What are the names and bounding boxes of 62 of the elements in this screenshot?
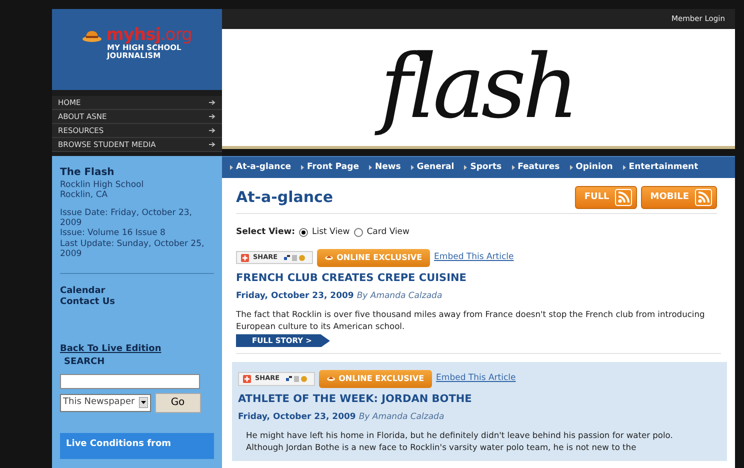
nav-link[interactable]: Sports (464, 161, 502, 174)
rss-icon (695, 188, 712, 206)
sidebar-link[interactable]: Calendar (60, 286, 214, 298)
issue-info: Issue Date: Friday, October 23, 2009 (60, 208, 193, 228)
article-summary: The fact that Rocklin is over five thousand miles away from France doesn't stop the French club from introducing European culture to its American school. (236, 309, 706, 332)
triangle-icon (464, 164, 468, 170)
arrow-icon (209, 114, 216, 119)
online-exclusive-badge: ONLINE EXCLUSIVE (318, 370, 432, 388)
view-label: Select View: (236, 226, 295, 238)
radio-button[interactable] (354, 228, 363, 237)
issue-info: Last Update: Sunday, October 25, 2009 (60, 238, 206, 259)
plus-icon (241, 254, 249, 262)
triangle-icon (230, 164, 233, 170)
nav-link[interactable]: General (410, 161, 454, 174)
bookmark-icons (284, 374, 310, 383)
plus-icon (243, 374, 251, 383)
triangle-icon (410, 164, 414, 170)
scope-dropdown[interactable]: This Newspaper (60, 394, 151, 412)
school-name: Rocklin High School (60, 180, 145, 190)
rss-icon (615, 188, 632, 206)
nav-link[interactable]: Opinion (570, 161, 613, 174)
triangle-icon (369, 164, 372, 170)
hat-icon (324, 255, 333, 260)
article-byline: Friday, October 23, 2009 By Amanda Calzada (236, 290, 444, 303)
dropdown-arrow-icon (138, 397, 148, 408)
sidebar-link[interactable]: Contact Us (60, 297, 214, 308)
search-label: SEARCH (64, 356, 106, 369)
embed-link[interactable]: Embed This Article (434, 251, 514, 264)
view-option[interactable]: List View (299, 226, 350, 238)
view-option[interactable]: Card View (354, 226, 410, 238)
hat-icon (326, 376, 335, 382)
go-button[interactable]: Go (154, 392, 201, 412)
newspaper-title: The Flash (60, 166, 116, 180)
embed-link[interactable]: Embed This Article (436, 372, 516, 386)
nav-link[interactable]: Features (512, 161, 560, 174)
online-exclusive-badge: ONLINE EXCLUSIVE (316, 248, 430, 266)
radio-button[interactable] (299, 228, 308, 237)
article-summary: Although Jordan Bothe is a new face to Rocklin's varsity water polo team, he is not new to the (246, 442, 638, 454)
article-headline[interactable]: FRENCH CLUB CREATES CREPE CUISINE (236, 270, 721, 286)
arrow-icon (209, 100, 216, 105)
page-title: At-a-glance (236, 187, 334, 208)
nav-link[interactable]: At-a-glance (230, 161, 292, 174)
nav-link[interactable]: Front Page (301, 161, 359, 174)
masthead-title: flash (368, 30, 589, 145)
bookmark-icons (282, 254, 308, 262)
triangle-icon (512, 164, 515, 170)
arrow-icon (209, 142, 216, 147)
triangle-icon (622, 164, 626, 170)
live-conditions-heading: Live Conditions from (60, 432, 214, 459)
triangle-icon (570, 164, 573, 170)
search-field[interactable] (60, 374, 200, 388)
back-link[interactable]: Back To Live Edition (60, 342, 162, 356)
arrow-icon (209, 128, 216, 133)
issue-info: Issue: Volume 16 Issue 8 (60, 228, 166, 239)
nav-link[interactable]: News (369, 161, 401, 174)
triangle-icon (301, 164, 304, 170)
hat-icon (82, 30, 102, 42)
nav-link[interactable]: Entertainment (622, 161, 698, 174)
article-summary: He might have left his home in Florida, but he definitely didn't leave behind his passion for water polo. (246, 430, 674, 442)
article-headline[interactable]: ATHLETE OF THE WEEK: JORDAN BOTHE (238, 392, 721, 408)
article-byline: Friday, October 23, 2009 By Amanda Calzada (238, 411, 446, 424)
school-location: Rocklin, CA (60, 190, 109, 200)
